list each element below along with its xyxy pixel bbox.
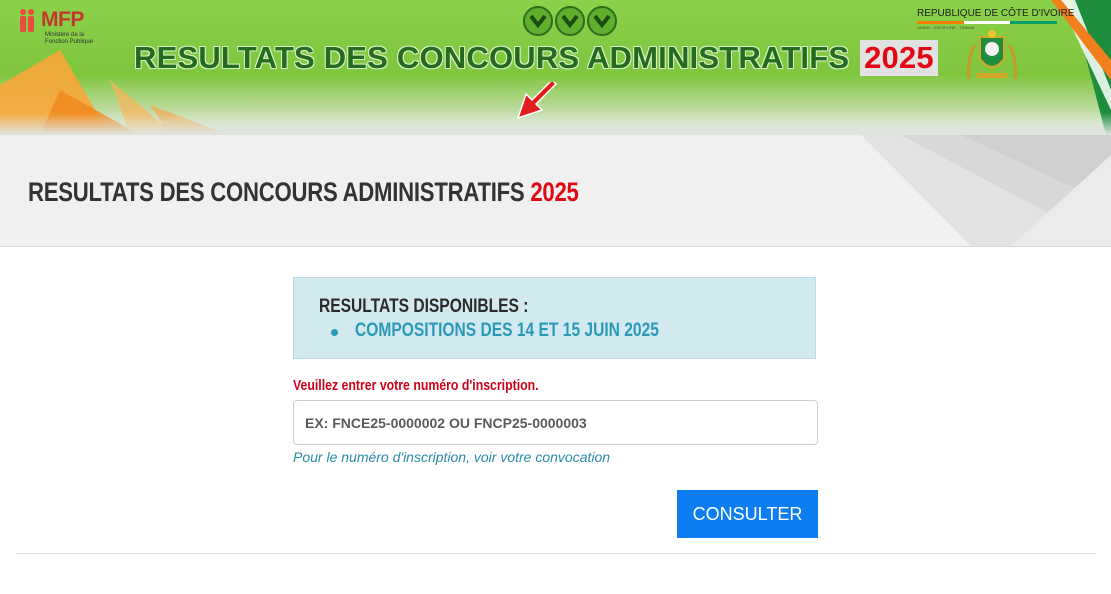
banner-year: 2025 [860, 40, 938, 76]
consulter-button[interactable]: CONSULTER [677, 490, 818, 538]
coat-of-arms-icon [967, 30, 1017, 80]
page-title: RESULTATS DES CONCOURS ADMINISTRATIFS 20… [28, 177, 579, 208]
bullet-icon [331, 329, 338, 336]
inscription-label: Veuillez entrer votre numéro d'inscripti… [293, 377, 539, 394]
people-icon [20, 9, 34, 32]
red-arrow-icon [516, 82, 558, 120]
banner-title-text: RESULTATS DES CONCOURS ADMINISTRATIFS [134, 40, 850, 75]
page-title-text: RESULTATS DES CONCOURS ADMINISTRATIFS [28, 177, 525, 207]
inscription-number-input[interactable] [293, 400, 818, 445]
mfp-logo: MFP Ministère de la Fonction Publique [19, 8, 109, 53]
top-banner: MFP Ministère de la Fonction Publique RE… [0, 0, 1111, 135]
banner-title: RESULTATS DES CONCOURS ADMINISTRATIFS 20… [134, 40, 938, 76]
page-title-year: 2025 [530, 177, 579, 207]
republic-name: REPUBLIQUE DE CÔTE D'IVOIRE [917, 8, 1075, 19]
results-available-title: RESULTATS DISPONIBLES : [319, 296, 529, 317]
inscription-help-text: Pour le numéro d'inscription, voir votre… [293, 449, 611, 465]
flag-bar [917, 21, 1058, 24]
footer-divider [16, 553, 1096, 554]
results-item[interactable]: COMPOSITIONS DES 14 ET 15 JUIN 2025 [355, 320, 659, 342]
decorative-header-shape [861, 135, 1111, 246]
page-header: RESULTATS DES CONCOURS ADMINISTRATIFS 20… [0, 135, 1111, 247]
chevron-badges-icon [523, 6, 617, 36]
logo-subtitle: Ministère de la Fonction Publique [45, 32, 94, 45]
results-info-box: RESULTATS DISPONIBLES : COMPOSITIONS DES… [293, 277, 816, 359]
logo-text: MFP [41, 8, 84, 31]
